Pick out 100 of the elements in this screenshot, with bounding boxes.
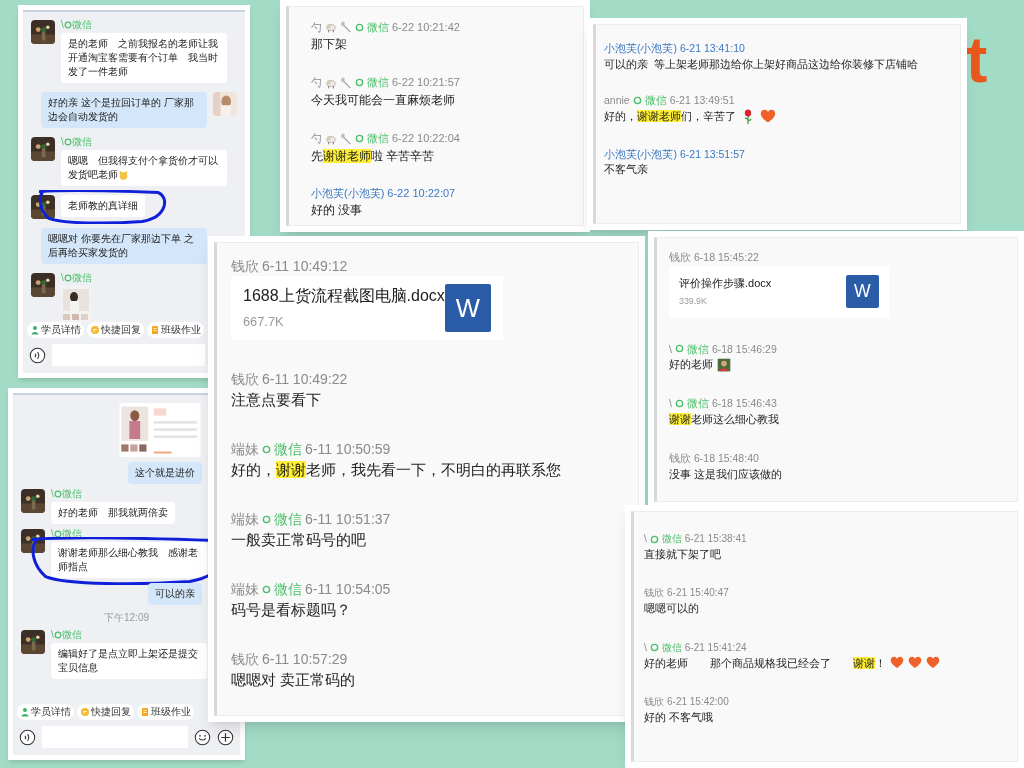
source-label: 微信 <box>661 534 682 544</box>
chat-icon <box>80 707 90 717</box>
sender-name: \ <box>61 137 64 147</box>
message-time: 6-11 10:50:59 <box>305 442 391 456</box>
message-time: 6-21 15:40:47 <box>667 588 729 599</box>
source-label: 微信 <box>367 21 389 33</box>
sender-name: 钱欣 <box>644 697 664 708</box>
sender-name: 勺 <box>311 21 322 33</box>
ring-icon <box>355 134 364 144</box>
message-text: 谢谢老师这么细心教我 <box>669 411 779 427</box>
message-bubble[interactable]: 谢谢老师那么细心教我 感谢老师指点 <box>51 542 207 578</box>
ring-icon <box>262 444 271 454</box>
message-bubble[interactable]: 这个就是进价 <box>128 462 202 484</box>
word-file-icon: W <box>845 274 879 309</box>
source-label: 微信 <box>71 137 92 147</box>
file-card[interactable]: 评价操作步骤.docx 339.9K W <box>669 265 889 318</box>
message-text: 不客气亲 <box>604 162 648 177</box>
message-text: 好的 不客气哦 <box>644 710 714 726</box>
person-icon <box>717 357 731 372</box>
message-time: 6-11 10:51:37 <box>305 512 391 526</box>
sender-name: 小泡芙(小泡芙) <box>604 43 677 54</box>
message-time: 6-22 10:22:04 <box>392 133 460 145</box>
message-text: 嗯嗯可以的 <box>644 601 699 617</box>
sender-name: 端妹 <box>231 582 259 596</box>
chat-icon <box>90 325 100 335</box>
file-name: 1688上货流程截图电脑.docx <box>243 286 445 307</box>
ring-icon <box>355 22 364 32</box>
message-bubble[interactable]: 好的亲 这个是拉回订单的 厂家那边会自动发货的 <box>41 92 207 128</box>
message-input[interactable] <box>52 344 205 366</box>
spoon-icon <box>340 76 352 89</box>
message-time: 6-22 10:22:07 <box>387 188 456 200</box>
sender-name: \ <box>61 20 64 30</box>
ring-icon <box>262 584 271 594</box>
heart-icon <box>760 108 776 125</box>
message-time: 6-11 10:57:29 <box>262 652 348 666</box>
message-bubble[interactable]: 是的老师 之前我报名的老师让我开通淘宝客需要有个订单 我当时发了一件老师 <box>61 33 227 83</box>
ring-icon <box>649 643 659 653</box>
source-label: 微信 <box>367 77 389 89</box>
ring-icon <box>63 138 72 146</box>
message-time: 6-21 13:51:57 <box>680 148 745 160</box>
sender-name: 小泡芙(小泡芙) <box>604 148 677 160</box>
file-size: 339.9K <box>679 295 708 309</box>
source-label: 微信 <box>61 630 82 640</box>
plus-icon <box>217 729 234 747</box>
message-time: 6-11 10:49:12 <box>262 259 348 273</box>
toolbar-button[interactable]: 学员详情 <box>17 704 74 720</box>
message-text: 今天我可能会一直麻烦老师 <box>311 91 455 109</box>
toolbar-button[interactable]: 班级作业 <box>147 322 204 338</box>
message-bubble[interactable]: 好的老师 那我就两倍卖 <box>51 502 175 524</box>
heart-icon <box>890 656 904 671</box>
document-icon <box>140 707 150 717</box>
ring-icon <box>63 274 72 282</box>
toolbar-button[interactable]: 学员详情 <box>27 322 84 338</box>
sender-name: 钱欣 <box>231 652 259 666</box>
source-label: 微信 <box>686 343 709 354</box>
toolbar-button[interactable]: 班级作业 <box>137 704 194 720</box>
message-text: 注意点要看下 <box>231 390 321 410</box>
source-label: 微信 <box>274 582 302 596</box>
word-file-icon: W <box>444 283 491 333</box>
file-size: 667.7K <box>243 313 285 332</box>
sender-name: \ <box>644 534 647 544</box>
timestamp: 下午12:09 <box>104 611 149 625</box>
toolbar-button[interactable]: 快捷回复 <box>87 322 144 338</box>
source-label: 微信 <box>367 133 389 145</box>
toolbar-button[interactable]: 快捷回复 <box>77 704 134 720</box>
message-bubble[interactable]: 编辑好了是点立即上架还是提交宝贝信息 <box>51 643 207 679</box>
slide-title-text: t <box>966 28 988 92</box>
sender-name: 钱欣 <box>669 252 691 263</box>
message-bubble[interactable]: 嗯嗯对 你要先在厂家那边下单 之后再给买家发货的 <box>41 228 207 264</box>
source-label: 微信 <box>644 95 667 106</box>
sender-name: \ <box>644 642 647 653</box>
message-text: 嗯嗯对 卖正常码的 <box>231 670 356 690</box>
message-time: 6-11 10:54:05 <box>305 582 391 596</box>
emoji-icon <box>118 169 129 181</box>
message-text: 那下架 <box>311 36 347 53</box>
ring-icon <box>63 21 72 29</box>
message-bubble[interactable]: 可以的亲 <box>148 583 202 605</box>
sender-name: 钱欣 <box>669 453 691 464</box>
sender-name: 勺 <box>311 133 322 145</box>
message-bubble[interactable]: 嗯嗯 但我得支付个拿货价才可以发货吧老师 <box>61 150 227 186</box>
message-time: 6-22 10:21:57 <box>392 77 460 89</box>
source-label: 微信 <box>61 489 82 499</box>
source-label: 微信 <box>71 273 92 283</box>
sender-name: 钱欣 <box>644 588 664 599</box>
sender-name: \ <box>669 343 672 354</box>
message-text: 先谢谢老师啦 辛苦辛苦 <box>311 147 435 165</box>
file-name: 评价操作步骤.docx <box>679 275 772 291</box>
message-time: 6-18 15:46:29 <box>711 343 777 354</box>
person-icon <box>30 325 40 335</box>
smile-icon <box>194 729 211 747</box>
message-text: 没事 这是我们应该做的 <box>669 466 783 482</box>
sender-name: \ <box>51 529 54 539</box>
message-text: 一般卖正常码号的吧 <box>231 530 366 550</box>
message-text: 码号是看标题吗？ <box>231 600 351 620</box>
ring-icon <box>262 514 271 524</box>
message-bubble[interactable]: 老师教的真详细 <box>61 195 145 217</box>
document-icon <box>150 325 160 335</box>
heart-icon <box>926 656 940 671</box>
sender-name: \ <box>669 398 672 409</box>
sender-name: \ <box>61 273 64 283</box>
